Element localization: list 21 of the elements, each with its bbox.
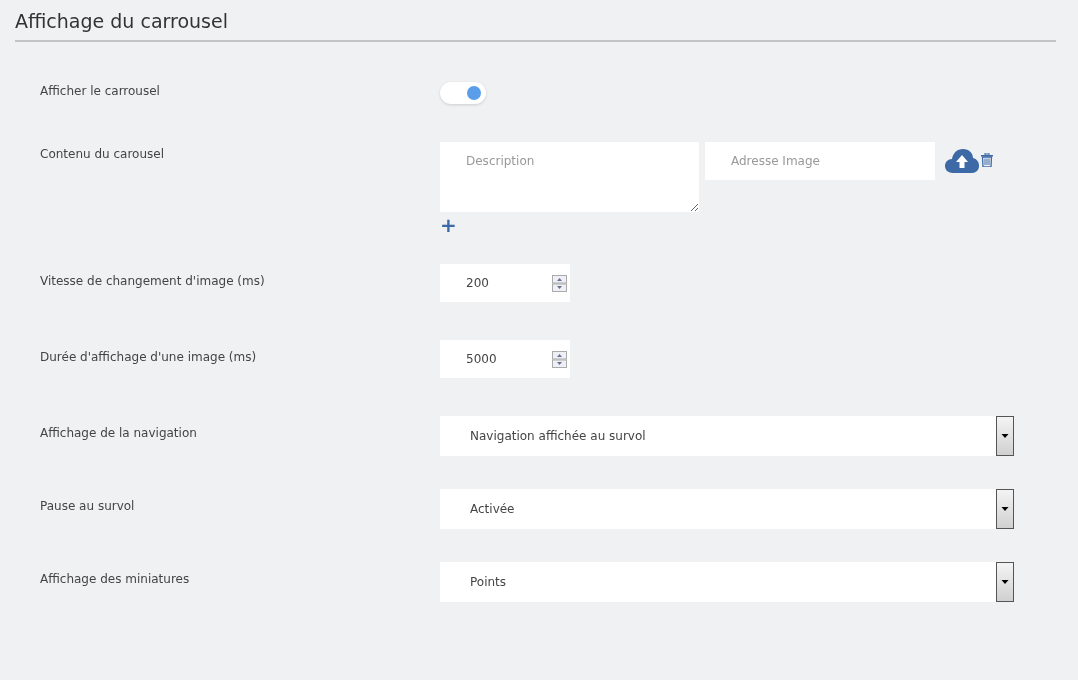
dropdown-select[interactable]: Points [440, 562, 1014, 602]
field-label: Pause au survol [40, 498, 136, 513]
trash-icon[interactable] [981, 153, 993, 167]
field-label: Contenu du carousel [40, 147, 165, 161]
dropdown-select[interactable]: Activée [440, 489, 1014, 529]
field-label: Vitesse de changement d'image (ms) [40, 273, 266, 288]
spinner-arrows-icon[interactable] [552, 350, 567, 368]
add-button[interactable]: + [440, 217, 457, 233]
number-input[interactable]: 5000 [440, 340, 570, 378]
spinner-arrows-icon[interactable] [552, 274, 567, 292]
field-label: Affichage des miniatures [40, 571, 191, 586]
field-label: Durée d'affichage d'une image (ms) [40, 349, 258, 364]
section-title: Affichage du carrousel [15, 10, 228, 34]
number-input[interactable]: 200 [440, 264, 570, 302]
cloud-upload-icon[interactable] [945, 148, 979, 174]
dropdown-select[interactable]: Navigation affichée au survol [440, 416, 1014, 456]
field-label: Afficher le carrousel [40, 84, 161, 98]
field-label: Affichage de la navigation [40, 425, 198, 440]
description-field[interactable]: Description [440, 142, 699, 212]
toggle-switch[interactable] [440, 82, 486, 104]
image-address-field[interactable]: Adresse Image [705, 142, 935, 180]
